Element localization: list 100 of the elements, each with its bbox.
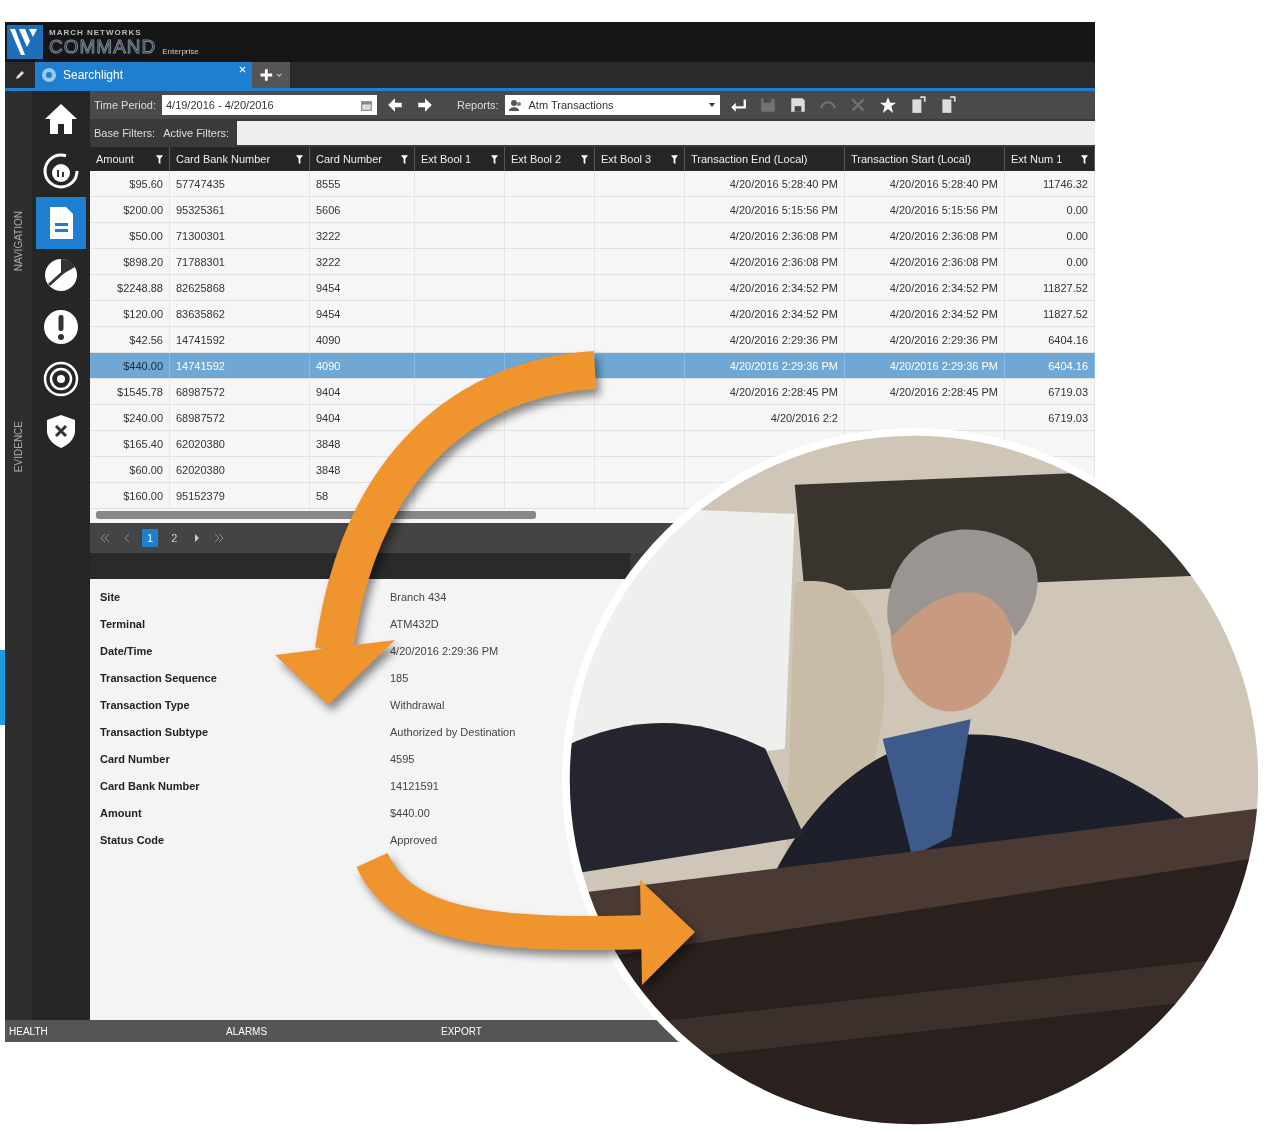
table-cell: 9454 [310,275,415,300]
detail-value: 4/20/2016 2:29:36 PM [390,644,500,657]
detail-label: Amount [100,806,143,819]
detail-value: 14121591 [390,779,440,792]
column-header[interactable]: Ext Num 1 [1011,153,1063,165]
table-cell: 9404 [310,405,415,430]
status-item[interactable]: EXPORT [441,1025,641,1037]
table-cell: 6719.03 [1005,405,1095,430]
detail-label: Status Code [100,833,166,846]
status-item[interactable]: ALARMS [226,1025,441,1037]
table-cell: $120.00 [90,301,170,326]
filter-icon[interactable] [1081,154,1088,164]
plus-icon [258,68,284,82]
table-cell: 3222 [310,249,415,274]
table-cell: $42.56 [90,327,170,352]
calendar-icon[interactable] [359,98,373,112]
table-cell: 9404 [310,379,415,404]
right-arrow-icon[interactable] [415,96,434,114]
time-period-field[interactable]: 4/19/2016 - 4/20/2016 [161,95,377,115]
column-header[interactable]: Ext Bool 3 [601,153,652,165]
table-cell: 14741592 [170,327,310,352]
filter-icon[interactable] [401,154,408,164]
section-label: EVIDENCE [13,421,24,473]
table-cell: $60.00 [90,457,170,482]
previous-page-icon[interactable] [122,534,132,542]
table-cell: $2248.88 [90,275,170,300]
detail-label: Card Bank Number [100,779,201,792]
table-cell: 5606 [310,197,415,222]
table-cell: 4090 [310,327,415,352]
table-cell: 57747435 [170,171,310,196]
filter-icon[interactable] [581,154,588,164]
table-cell: 4/20/2016 2:36:08 PM [685,223,845,248]
pencil-icon[interactable] [15,70,25,80]
table-cell: 11827.52 [1005,301,1095,326]
active-filters-label: Active Filters: [163,127,230,139]
table-cell: 4/20/2016 2:34:52 PM [845,301,1005,326]
filter-icon[interactable] [671,154,678,164]
detail-value: Branch 434 [390,590,448,603]
table-cell: 71300301 [170,223,310,248]
page-button[interactable]: 1 [142,529,159,547]
table-cell: 4/20/2016 2:34:52 PM [685,275,845,300]
table-cell: 4/20/2016 5:15:56 PM [685,197,845,222]
table-cell: 68987572 [170,405,310,430]
table-cell: 0.00 [1005,223,1095,248]
save-as-icon[interactable] [788,96,807,114]
table-cell: 0.00 [1005,249,1095,274]
tab[interactable]: Searchlight [35,62,252,88]
column-header[interactable]: Amount [96,153,134,165]
table-cell: 3848 [310,431,415,456]
table-cell: 8555 [310,171,415,196]
brand-subtitle: MARCH NETWORKS [49,28,143,37]
table-cell: 4/20/2016 2:34:52 PM [845,275,1005,300]
filter-icon[interactable] [296,154,303,164]
detail-value: Approved [390,833,439,846]
detail-label: Transaction Type [100,698,191,711]
status-item[interactable]: HEALTH [9,1025,226,1037]
table-cell: 62020380 [170,431,310,456]
table-cell: 82625868 [170,275,310,300]
table-cell: 6719.03 [1005,379,1095,404]
detail-value: 185 [390,671,410,684]
close-icon[interactable] [239,66,246,73]
nav-document-icon[interactable] [36,197,86,249]
column-header[interactable]: Card Bank Number [176,153,271,165]
active-filters-field[interactable] [237,121,1095,145]
table-cell: 0.00 [1005,197,1095,222]
dropdown-caret-icon[interactable] [708,103,715,107]
detail-value: Withdrawal [390,698,446,711]
detail-value: ATM432D [390,617,440,630]
table-cell: $200.00 [90,197,170,222]
star-icon[interactable] [878,96,897,114]
table-cell: $95.60 [90,171,170,196]
scrollbar[interactable] [96,511,536,519]
column-header[interactable]: Ext Bool 1 [421,153,472,165]
table-cell: 83635862 [170,301,310,326]
table-cell: 4/20/2016 5:15:56 PM [845,197,1005,222]
detail-label: Transaction Subtype [100,725,210,738]
column-header[interactable]: Card Number [316,153,383,165]
table-cell: 4/20/2016 2:29:36 PM [685,327,845,352]
page-button[interactable]: 2 [166,529,183,547]
first-page-icon[interactable] [100,534,110,542]
table-cell: 4/20/2016 2:34:52 PM [685,301,845,326]
brand-edition: Enterprise [162,47,199,56]
table-cell: 6404.16 [1005,327,1095,352]
table-cell: 4/20/2016 2:28:45 PM [845,379,1005,404]
reports-label: Reports: [456,99,499,111]
last-page-icon[interactable] [214,534,225,542]
table-cell: 3222 [310,223,415,248]
add-tab-button[interactable] [252,62,290,88]
searchlight-icon [41,67,57,83]
report-dropdown[interactable]: Atm Transactions [504,95,720,115]
column-header[interactable]: Ext Bool 2 [511,153,562,165]
filter-icon[interactable] [491,154,498,164]
table-cell: 4/20/2016 5:28:40 PM [845,171,1005,196]
users-icon [508,99,523,111]
filter-icon[interactable] [156,154,163,164]
column-header[interactable]: Transaction End (Local) [691,153,808,165]
detail-label: Site [100,590,122,603]
table-cell: 4/20/2016 2:36:08 PM [685,249,845,274]
column-header[interactable]: Transaction Start (Local) [851,153,972,165]
table-cell: 68987572 [170,379,310,404]
